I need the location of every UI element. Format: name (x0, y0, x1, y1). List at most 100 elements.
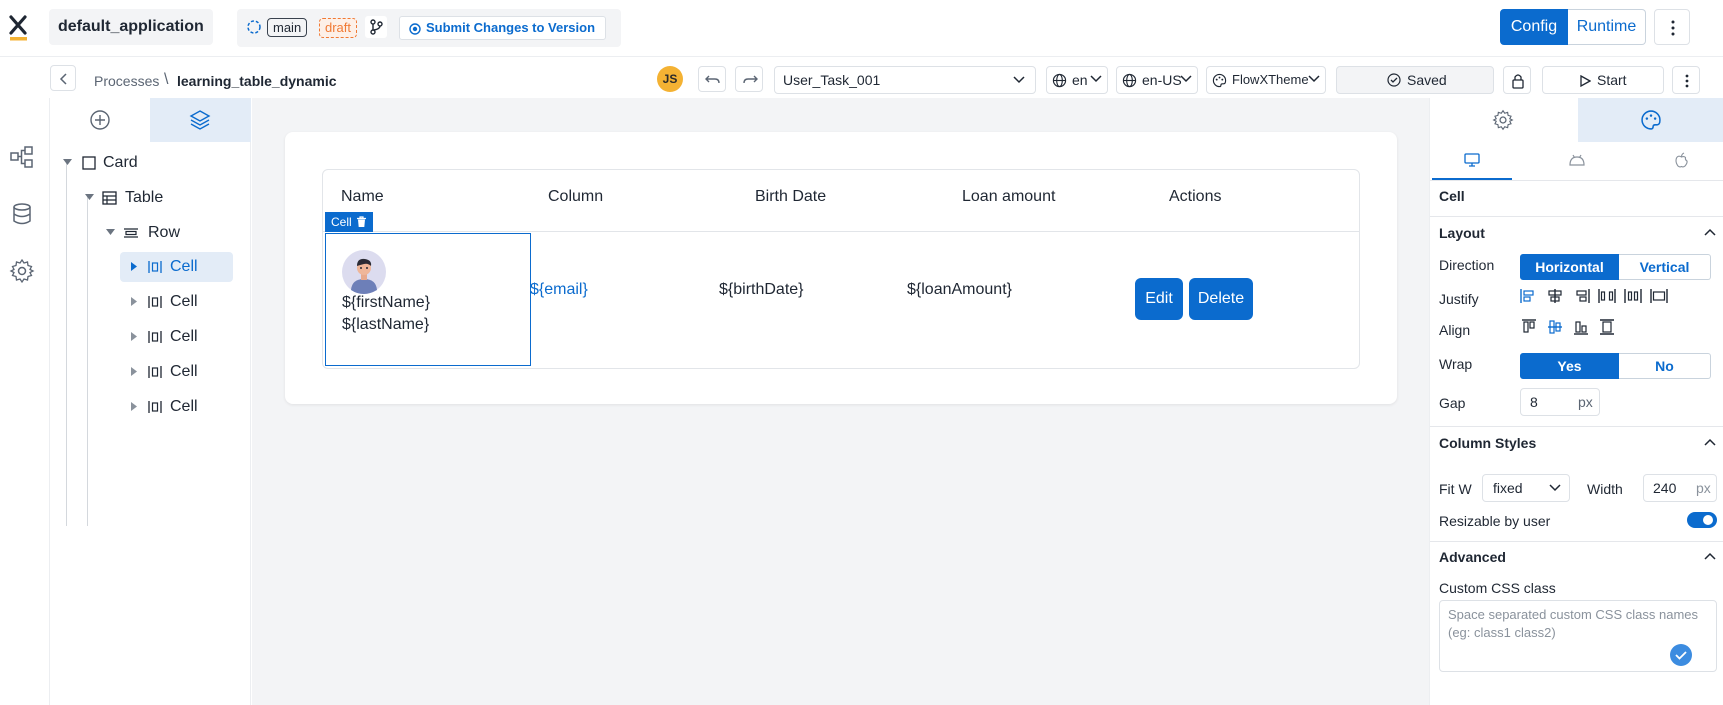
table-component[interactable]: Name Column Birth Date Loan amount Actio… (322, 169, 1360, 369)
caret-right-icon[interactable] (131, 367, 138, 376)
align-stretch-icon[interactable] (1598, 319, 1620, 341)
layers-icon (189, 109, 211, 131)
language-select[interactable]: en (1046, 66, 1108, 94)
tree-node-table[interactable]: Table (50, 183, 251, 213)
caret-down-icon[interactable] (63, 159, 72, 166)
edit-button[interactable]: Edit (1135, 278, 1183, 320)
tree-node-label: Cell (170, 363, 198, 380)
column-header-column[interactable]: Column (548, 188, 603, 206)
cell-icon (148, 365, 162, 379)
trash-icon[interactable] (356, 216, 367, 228)
direction-vertical[interactable]: Vertical (1619, 254, 1711, 280)
avatar[interactable]: JS (657, 66, 683, 92)
play-icon (1579, 75, 1591, 87)
gap-unit: px (1578, 394, 1593, 410)
task-select[interactable]: User_Task_001 (774, 66, 1036, 94)
cell-email[interactable]: ${email} (530, 281, 588, 299)
chevron-up-icon[interactable] (1704, 438, 1716, 446)
mode-config-button[interactable]: Config (1500, 9, 1568, 45)
tree-node-row[interactable]: Row (50, 218, 251, 248)
column-header-loan-amount[interactable]: Loan amount (962, 188, 1055, 206)
resizable-toggle[interactable] (1687, 512, 1717, 528)
tree-node-cell-selected[interactable]: Cell (120, 252, 233, 282)
branch-pill[interactable]: main (267, 18, 308, 37)
tab-add-component[interactable] (50, 98, 150, 142)
align-label: Align (1439, 322, 1471, 338)
tree-node-cell[interactable]: Cell (120, 392, 233, 422)
card-component[interactable]: Name Column Birth Date Loan amount Actio… (285, 132, 1397, 404)
tree-node-label: Cell (170, 293, 198, 310)
tree-node-cell[interactable]: Cell (120, 287, 233, 317)
justify-end-icon[interactable] (1572, 288, 1594, 310)
undo-button[interactable] (698, 66, 726, 92)
justify-stretch-icon[interactable] (1650, 288, 1672, 310)
caret-right-icon[interactable] (131, 297, 138, 306)
column-header-birth-date[interactable]: Birth Date (755, 188, 826, 206)
caret-right-icon[interactable] (131, 332, 138, 341)
lock-button[interactable] (1503, 66, 1531, 94)
advanced-title[interactable]: Advanced (1439, 549, 1506, 565)
tree-node-cell[interactable]: Cell (120, 322, 233, 352)
left-rail (0, 98, 50, 705)
database-icon[interactable] (10, 202, 34, 226)
tab-styles[interactable] (1578, 98, 1723, 142)
align-center-icon[interactable] (1546, 319, 1568, 341)
chevron-up-icon[interactable] (1704, 228, 1716, 236)
caret-right-icon[interactable] (131, 402, 138, 411)
justify-center-icon[interactable] (1546, 288, 1568, 310)
wrap-yes[interactable]: Yes (1520, 353, 1619, 379)
tab-android[interactable] (1535, 142, 1619, 180)
chevron-up-icon[interactable] (1704, 552, 1716, 560)
redo-button[interactable] (735, 66, 763, 92)
align-bottom-icon[interactable] (1572, 319, 1594, 341)
justify-around-icon[interactable] (1624, 288, 1646, 310)
direction-horizontal[interactable]: Horizontal (1520, 254, 1619, 280)
back-button[interactable] (50, 65, 76, 91)
caret-down-icon[interactable] (106, 229, 115, 236)
flowx-logo-icon[interactable] (8, 14, 30, 42)
save-status: Saved (1336, 66, 1494, 94)
justify-start-icon[interactable] (1520, 288, 1542, 310)
wrap-no[interactable]: No (1619, 353, 1711, 379)
process-flow-icon[interactable] (9, 145, 35, 169)
mode-runtime-button[interactable]: Runtime (1568, 9, 1646, 45)
column-styles-title[interactable]: Column Styles (1439, 435, 1536, 451)
layout-section-title[interactable]: Layout (1439, 225, 1485, 241)
chevron-down-icon (1090, 75, 1102, 83)
tree-node-label: Cell (170, 258, 198, 275)
justify-between-icon[interactable] (1598, 288, 1620, 310)
submit-changes-label: Submit Changes to Version (426, 20, 596, 35)
caret-down-icon[interactable] (85, 194, 94, 201)
gap-input[interactable]: 8 px (1520, 388, 1600, 416)
cell-first-name: ${firstName} (342, 294, 431, 311)
tab-layers[interactable] (150, 98, 251, 142)
delete-button[interactable]: Delete (1189, 278, 1253, 320)
app-name[interactable]: default_application (49, 9, 213, 45)
check-circle-icon[interactable] (1670, 644, 1692, 666)
breadcrumb-processes[interactable]: Processes (94, 73, 159, 89)
fit-width-select[interactable]: fixed (1482, 474, 1570, 502)
submit-changes-button[interactable]: Submit Changes to Version (399, 16, 607, 40)
divider (1430, 180, 1723, 181)
divider (1430, 426, 1723, 427)
caret-right-icon[interactable] (131, 262, 138, 271)
design-canvas[interactable]: Name Column Birth Date Loan amount Actio… (252, 98, 1429, 705)
theme-select[interactable]: FlowXTheme (1206, 66, 1326, 94)
more-menu-button[interactable] (1654, 9, 1690, 45)
fit-width-label: Fit W (1439, 481, 1472, 497)
start-button[interactable]: Start (1542, 66, 1664, 94)
tree-node-card[interactable]: Card (50, 148, 251, 178)
process-more-button[interactable] (1672, 66, 1700, 94)
tab-settings[interactable] (1430, 98, 1578, 142)
width-input[interactable]: 240 px (1643, 474, 1717, 502)
align-top-icon[interactable] (1520, 319, 1542, 341)
tab-web[interactable] (1430, 142, 1514, 180)
tab-ios[interactable] (1640, 142, 1723, 180)
column-header-name[interactable]: Name (341, 188, 384, 206)
breadcrumb-current: learning_table_dynamic (177, 73, 337, 89)
locale-select[interactable]: en-US (1116, 66, 1198, 94)
tree-node-cell[interactable]: Cell (120, 357, 233, 387)
column-header-actions[interactable]: Actions (1169, 188, 1221, 206)
branch-icon[interactable] (365, 16, 387, 38)
gear-icon[interactable] (9, 258, 35, 284)
